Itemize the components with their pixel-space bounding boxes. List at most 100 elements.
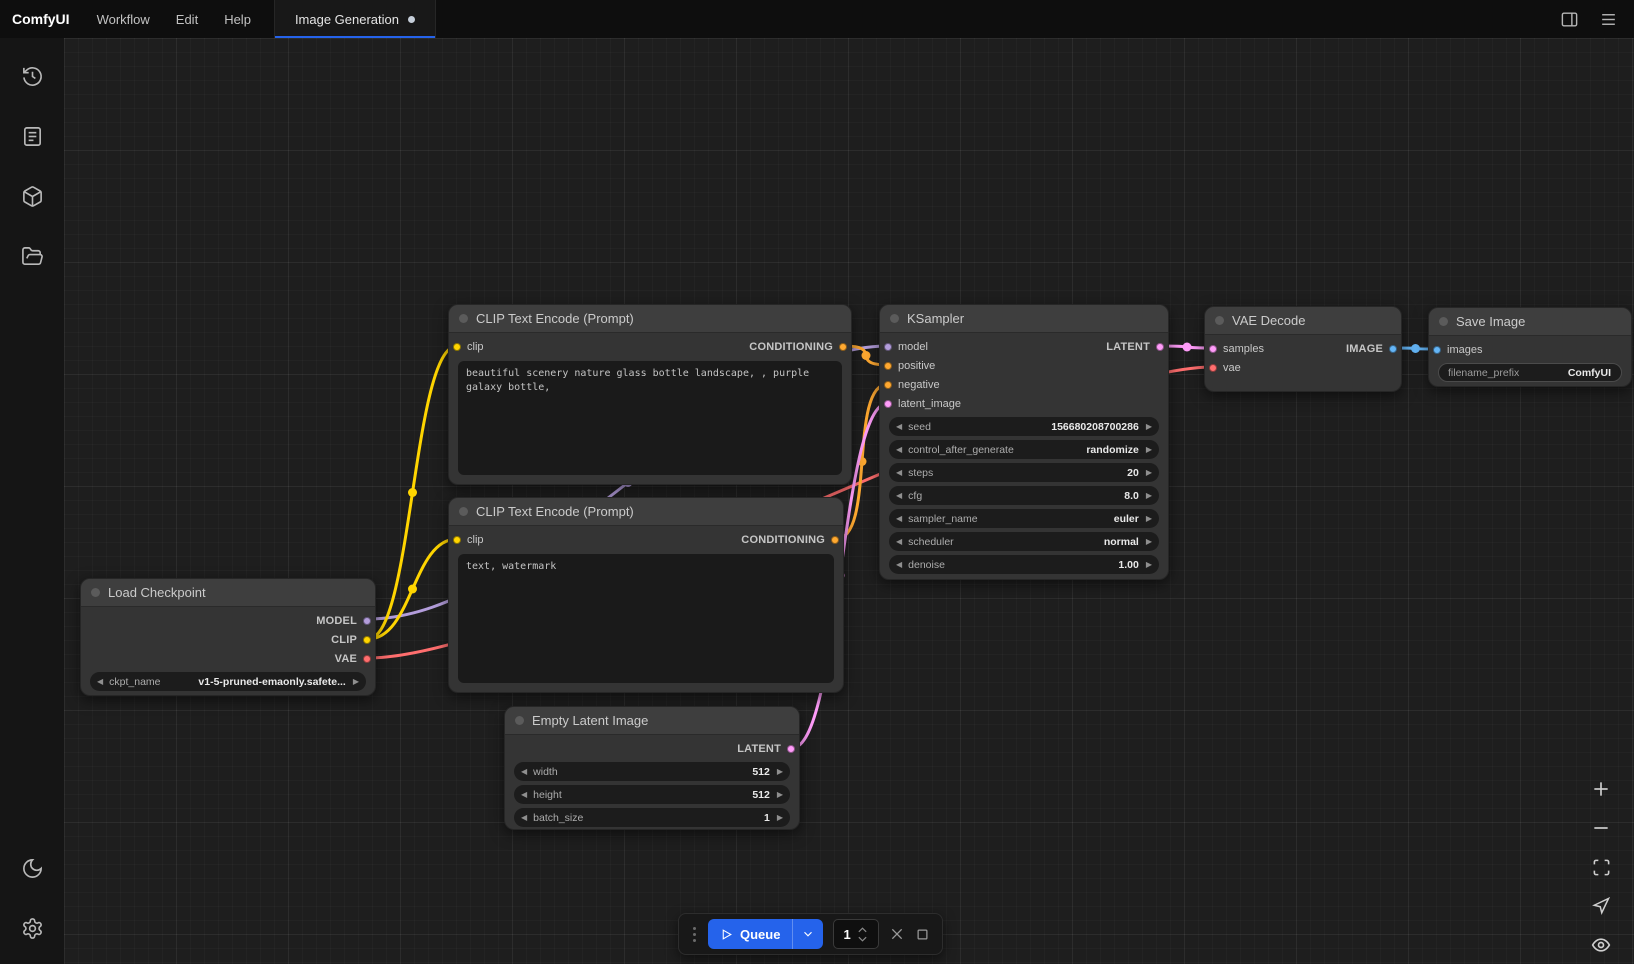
node-header[interactable]: KSampler	[880, 305, 1168, 333]
decrement-arrow-icon[interactable]: ◀	[97, 678, 103, 686]
collapse-dot[interactable]	[459, 507, 468, 516]
collapse-dot[interactable]	[890, 314, 899, 323]
input-dot-clip[interactable]	[453, 536, 461, 544]
input-dot-positive[interactable]	[884, 362, 892, 370]
output-slot-conditioning[interactable]: CONDITIONING	[749, 341, 847, 353]
input-dot-latent-image[interactable]	[884, 400, 892, 408]
widget-control-after-generate[interactable]: ◀ control_after_generate randomize ▶	[889, 440, 1159, 459]
increment-arrow-icon[interactable]: ▶	[777, 791, 783, 799]
input-dot-negative[interactable]	[884, 381, 892, 389]
output-dot-latent[interactable]	[787, 745, 795, 753]
decrement-arrow-icon[interactable]: ◀	[896, 515, 902, 523]
tab-image-generation[interactable]: Image Generation	[274, 0, 436, 38]
input-slot-vae[interactable]: vae	[1209, 362, 1241, 374]
decrement-arrow-icon[interactable]: ◀	[521, 791, 527, 799]
input-slot-samples[interactable]: samples	[1209, 343, 1264, 355]
node-save-image[interactable]: Save Image images filename_prefix ComfyU…	[1428, 307, 1632, 387]
increment-arrow-icon[interactable]: ▶	[1146, 446, 1152, 454]
sidebar-workflows-button[interactable]	[10, 234, 54, 278]
increment-arrow-icon[interactable]: ▶	[1146, 423, 1152, 431]
fit-view-button[interactable]	[1588, 854, 1614, 880]
increment-arrow-icon[interactable]: ▶	[1146, 492, 1152, 500]
increment-arrow-icon[interactable]: ▶	[1146, 515, 1152, 523]
collapse-dot[interactable]	[459, 314, 468, 323]
node-header[interactable]: CLIP Text Encode (Prompt)	[449, 305, 851, 333]
widget-steps[interactable]: ◀ steps 20 ▶	[889, 463, 1159, 482]
collapse-dot[interactable]	[91, 588, 100, 597]
zoom-out-button[interactable]	[1588, 815, 1614, 841]
sidebar-model-library-button[interactable]	[10, 174, 54, 218]
node-header[interactable]: VAE Decode	[1205, 307, 1401, 335]
output-dot-latent[interactable]	[1156, 343, 1164, 351]
decrement-arrow-icon[interactable]: ◀	[896, 492, 902, 500]
increment-arrow-icon[interactable]: ▶	[777, 768, 783, 776]
output-dot-conditioning[interactable]	[839, 343, 847, 351]
widget-seed[interactable]: ◀ seed 156680208700286 ▶	[889, 417, 1159, 436]
output-dot-image[interactable]	[1389, 345, 1397, 353]
node-ksampler[interactable]: KSampler model LATENT positive negative	[879, 304, 1169, 580]
node-header[interactable]: CLIP Text Encode (Prompt)	[449, 498, 843, 526]
increment-arrow-icon[interactable]: ▶	[1146, 561, 1152, 569]
sidebar-queue-history-button[interactable]	[10, 54, 54, 98]
widget-filename-prefix[interactable]: filename_prefix ComfyUI	[1438, 363, 1622, 382]
output-dot-clip[interactable]	[363, 636, 371, 644]
input-slot-images[interactable]: images	[1433, 344, 1482, 356]
decrement-arrow-icon[interactable]: ◀	[896, 538, 902, 546]
node-clip-text-encode-negative[interactable]: CLIP Text Encode (Prompt) clip CONDITION…	[448, 497, 844, 693]
increment-arrow-icon[interactable]: ▶	[1146, 469, 1152, 477]
interrupt-button[interactable]	[889, 926, 905, 942]
input-dot-vae[interactable]	[1209, 364, 1217, 372]
output-slot-clip[interactable]: CLIP	[331, 634, 371, 646]
increment-arrow-icon[interactable]: ▶	[777, 814, 783, 822]
node-header[interactable]: Load Checkpoint	[81, 579, 375, 607]
input-slot-clip[interactable]: clip	[453, 341, 484, 353]
zoom-in-button[interactable]	[1588, 776, 1614, 802]
stepper-up-icon[interactable]	[857, 926, 868, 934]
decrement-arrow-icon[interactable]: ◀	[896, 469, 902, 477]
prompt-textarea[interactable]: text, watermark	[458, 554, 834, 683]
decrement-arrow-icon[interactable]: ◀	[896, 561, 902, 569]
node-load-checkpoint[interactable]: Load Checkpoint MODEL CLIP VAE ◀ ckpt_na…	[80, 578, 376, 696]
main-menu-button[interactable]	[1599, 10, 1618, 29]
queue-options-toggle[interactable]	[792, 919, 823, 949]
theme-toggle-button[interactable]	[10, 846, 54, 890]
input-slot-positive[interactable]: positive	[884, 360, 935, 372]
select-mode-button[interactable]	[1588, 893, 1614, 919]
widget-ckpt-name[interactable]: ◀ ckpt_name v1-5-pruned-emaonly.safete..…	[90, 672, 366, 691]
toggle-panel-button[interactable]	[1560, 10, 1579, 29]
widget-height[interactable]: ◀ height 512 ▶	[514, 785, 790, 804]
output-dot-vae[interactable]	[363, 655, 371, 663]
output-dot-conditioning[interactable]	[831, 536, 839, 544]
input-slot-model[interactable]: model	[884, 341, 928, 353]
node-canvas[interactable]	[64, 38, 1634, 964]
input-dot-samples[interactable]	[1209, 345, 1217, 353]
node-header[interactable]: Empty Latent Image	[505, 707, 799, 735]
widget-batch-size[interactable]: ◀ batch_size 1 ▶	[514, 808, 790, 827]
widget-denoise[interactable]: ◀ denoise 1.00 ▶	[889, 555, 1159, 574]
widget-width[interactable]: ◀ width 512 ▶	[514, 762, 790, 781]
node-empty-latent-image[interactable]: Empty Latent Image LATENT ◀ width 512 ▶ …	[504, 706, 800, 830]
decrement-arrow-icon[interactable]: ◀	[896, 423, 902, 431]
sidebar-node-library-button[interactable]	[10, 114, 54, 158]
output-slot-latent[interactable]: LATENT	[737, 743, 795, 755]
increment-arrow-icon[interactable]: ▶	[353, 678, 359, 686]
node-header[interactable]: Save Image	[1429, 308, 1631, 336]
input-slot-latent-image[interactable]: latent_image	[884, 398, 961, 410]
input-slot-negative[interactable]: negative	[884, 379, 940, 391]
menu-workflow[interactable]: Workflow	[84, 0, 163, 38]
drag-handle[interactable]	[691, 925, 698, 944]
queue-button[interactable]: Queue	[708, 919, 823, 949]
output-slot-vae[interactable]: VAE	[335, 653, 371, 665]
output-slot-image[interactable]: IMAGE	[1346, 343, 1397, 355]
decrement-arrow-icon[interactable]: ◀	[521, 768, 527, 776]
output-slot-conditioning[interactable]: CONDITIONING	[741, 534, 839, 546]
widget-cfg[interactable]: ◀ cfg 8.0 ▶	[889, 486, 1159, 505]
prompt-textarea[interactable]: beautiful scenery nature glass bottle la…	[458, 361, 842, 475]
toggle-link-visibility-button[interactable]	[1588, 932, 1614, 958]
input-dot-clip[interactable]	[453, 343, 461, 351]
decrement-arrow-icon[interactable]: ◀	[521, 814, 527, 822]
stepper-down-icon[interactable]	[857, 935, 868, 943]
settings-button[interactable]	[10, 906, 54, 950]
input-dot-images[interactable]	[1433, 346, 1441, 354]
collapse-dot[interactable]	[515, 716, 524, 725]
